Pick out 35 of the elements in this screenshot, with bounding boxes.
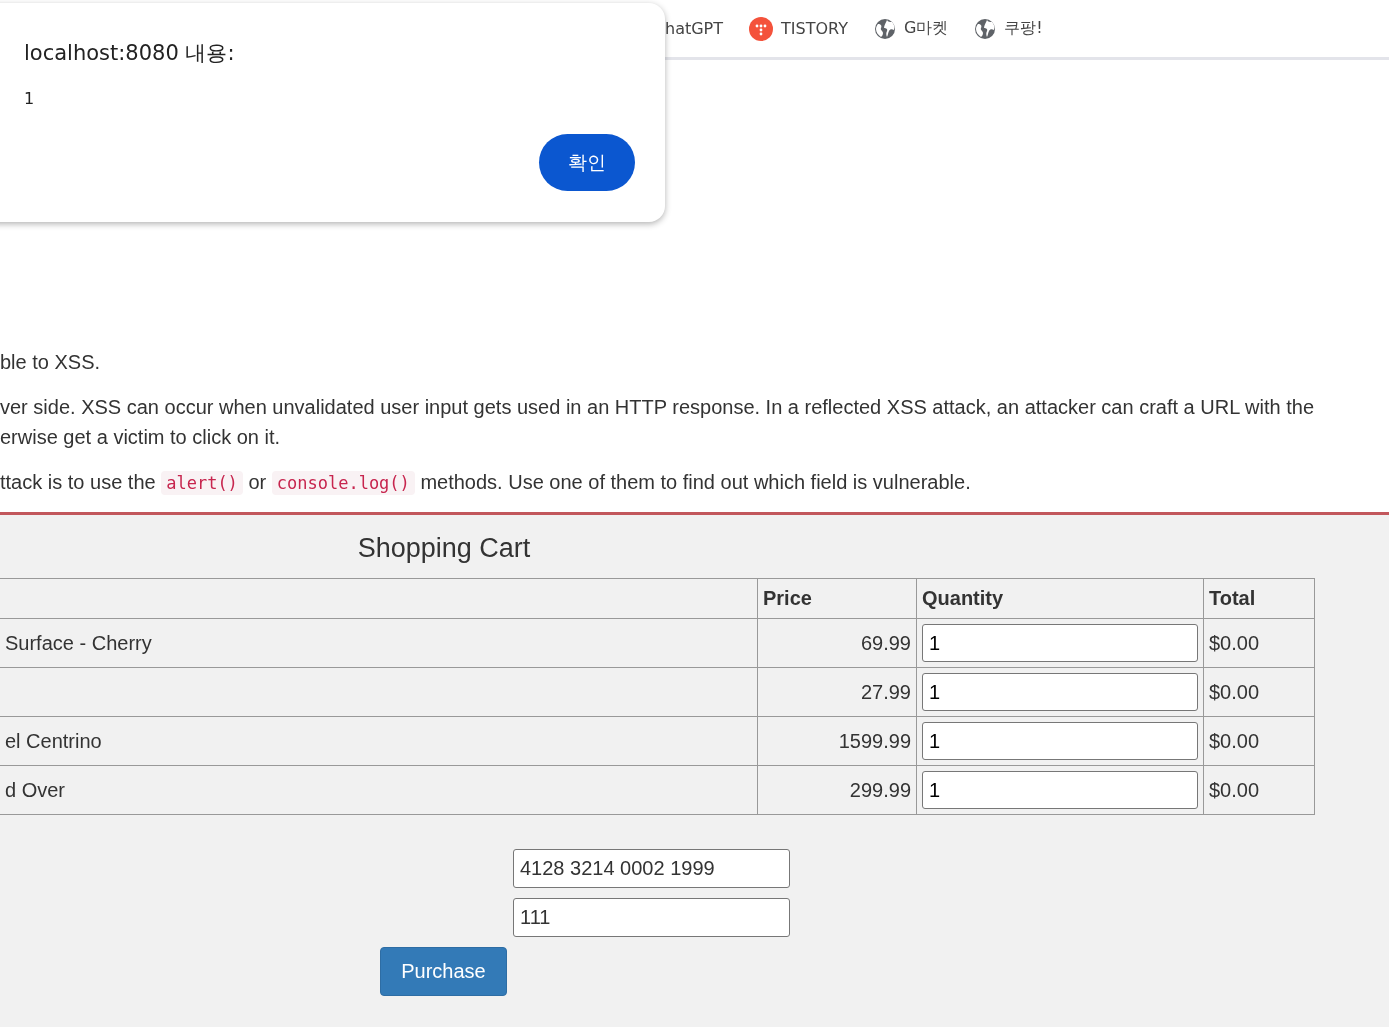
item-name: d Over	[5, 778, 66, 801]
code-field[interactable]: 111	[513, 898, 790, 937]
paragraph: ble to XSS.	[0, 350, 102, 375]
total-cell: $0.00	[1209, 729, 1260, 752]
card-number-field[interactable]: 4128 3214 0002 1999	[513, 849, 790, 888]
column-header: Total	[1209, 587, 1256, 609]
dialog-message: 1	[24, 89, 36, 108]
price-cell: 69.99	[860, 631, 911, 654]
quantity-field[interactable]: 1	[922, 722, 1198, 760]
price-cell: 27.99	[860, 680, 911, 703]
total-cell: $0.00	[1209, 680, 1260, 703]
bookmark-link[interactable]: TISTORY	[781, 19, 848, 38]
globe-icon	[873, 17, 896, 40]
total-cell: $0.00	[1209, 631, 1260, 654]
dialog-title: localhost:8080 내용:	[24, 40, 236, 67]
bookmark-link[interactable]: 쿠팡!	[1004, 18, 1043, 39]
column-header: Price	[763, 587, 812, 609]
bookmark-link[interactable]: hatGPT	[665, 19, 724, 38]
price-cell: 1599.99	[838, 729, 911, 752]
cart-title: Shopping Cart	[357, 533, 531, 563]
item-name: el Centrino	[5, 729, 102, 752]
column-header: Quantity	[922, 587, 1004, 609]
purchase-button[interactable]: Purchase	[380, 947, 507, 996]
dots-icon	[749, 16, 774, 41]
price-cell: 299.99	[849, 778, 911, 801]
paragraph: ttack is to use the alert() or console.log() methods. Use one of them to find out which field is vulnerable.	[0, 470, 972, 497]
quantity-field[interactable]: 1	[922, 673, 1198, 711]
quantity-field[interactable]: 1	[922, 771, 1198, 809]
ok-button[interactable]: 확인	[539, 134, 635, 191]
item-name: Surface - Cherry	[5, 631, 152, 654]
paragraph: ver side. XSS can occur when unvalidated user input gets used in an HTTP response. In a reflected XSS attack, an attacker can craft a URL with the erwise get a victim to click on it.	[0, 395, 1316, 450]
quantity-field[interactable]: 1	[922, 624, 1198, 662]
globe-icon	[974, 17, 997, 40]
total-cell: $0.00	[1209, 778, 1260, 801]
bookmark-link[interactable]: G마켓	[903, 18, 949, 39]
